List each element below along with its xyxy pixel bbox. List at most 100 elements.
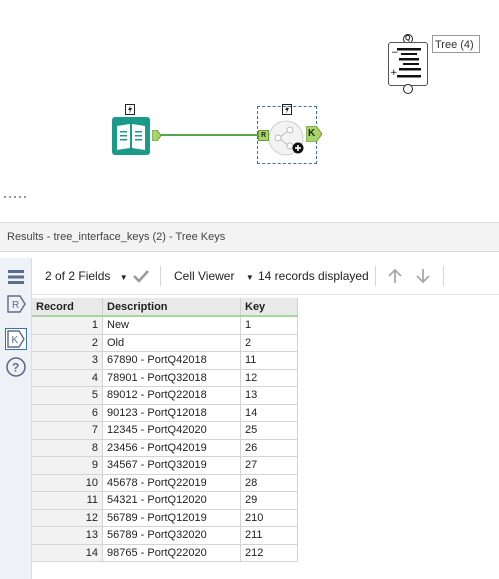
add-icon[interactable] [292, 142, 304, 154]
cell-key[interactable]: 2 [240, 334, 298, 352]
cell-key[interactable]: 28 [240, 474, 298, 492]
toolbar-divider [160, 266, 161, 286]
cell-record[interactable]: 7 [32, 421, 103, 440]
cell-record[interactable]: 12 [32, 509, 103, 527]
table-row[interactable]: 5 89012 - PortQ22018 13 [32, 386, 298, 405]
cell-record[interactable]: 11 [32, 491, 103, 510]
cell-description[interactable]: 89012 - PortQ22018 [102, 386, 241, 405]
cell-key[interactable]: 26 [240, 439, 298, 457]
cell-key[interactable]: 29 [240, 491, 298, 510]
table-row[interactable]: 7 12345 - PortQ42020 25 [32, 421, 298, 440]
results-title: Results - tree_interface_keys (2) - Tree… [0, 222, 499, 252]
cell-key[interactable]: 211 [240, 526, 298, 545]
results-toolbar: 2 of 2 Fields ▼ Cell Viewer ▼ 14 records… [32, 258, 499, 295]
tab-anchor-k[interactable]: K [5, 328, 27, 350]
lightning-icon [125, 104, 135, 115]
workflow-canvas[interactable]: Q − + Tree (4) R K [0, 0, 499, 210]
cell-description[interactable]: 90123 - PortQ12018 [102, 404, 241, 422]
cell-key[interactable]: 25 [240, 421, 298, 440]
cell-record[interactable]: 4 [32, 369, 103, 387]
cell-key[interactable]: 12 [240, 369, 298, 387]
cell-description[interactable]: 54321 - PortQ12020 [102, 491, 241, 510]
panel-splitter[interactable] [0, 196, 499, 220]
cell-key[interactable]: 11 [240, 351, 298, 370]
cell-key[interactable]: 1 [240, 316, 298, 335]
cell-description[interactable]: 56789 - PortQ12019 [102, 509, 241, 527]
table-row[interactable]: 2 Old 2 [32, 334, 298, 352]
table-row[interactable]: 6 90123 - PortQ12018 14 [32, 404, 298, 422]
cell-key[interactable]: 212 [240, 544, 298, 562]
column-header-key[interactable]: Key [240, 298, 298, 317]
cell-description[interactable]: 23456 - PortQ42019 [102, 439, 241, 457]
cell-key[interactable]: 27 [240, 456, 298, 475]
table-row[interactable]: 12 56789 - PortQ12019 210 [32, 509, 298, 527]
fields-dropdown[interactable]: 2 of 2 Fields ▼ [45, 269, 128, 283]
results-table: Record Description Key 1 New 1 2 Old 2 3 67890 … [32, 298, 298, 562]
connector-line[interactable] [160, 130, 260, 140]
table-row[interactable]: 10 45678 - PortQ22019 28 [32, 474, 298, 492]
anchor-in-r[interactable]: R [258, 130, 269, 141]
cell-key[interactable]: 210 [240, 509, 298, 527]
book-input-icon [112, 117, 150, 155]
column-header-record[interactable]: Record [32, 298, 103, 317]
svg-text:+: + [390, 68, 398, 78]
table-row[interactable]: 1 New 1 [32, 316, 298, 335]
cell-key[interactable]: 14 [240, 404, 298, 422]
cell-description[interactable]: 78901 - PortQ32018 [102, 369, 241, 387]
column-header-description[interactable]: Description [102, 298, 241, 317]
results-side-tabs: R K ? [0, 258, 32, 579]
cell-record[interactable]: 9 [32, 456, 103, 475]
cell-description[interactable]: Old [102, 334, 241, 352]
tree-bottom-anchor[interactable] [403, 84, 413, 94]
cell-viewer-dropdown[interactable]: Cell Viewer ▼ [174, 269, 254, 283]
cell-record[interactable]: 10 [32, 474, 103, 492]
cell-description[interactable]: 34567 - PortQ32019 [102, 456, 241, 475]
list-view-icon[interactable] [5, 266, 27, 288]
cell-record[interactable]: 5 [32, 386, 103, 405]
cell-record[interactable]: 13 [32, 526, 103, 545]
checkmark-icon[interactable] [132, 268, 150, 284]
fields-label: 2 of 2 Fields [45, 269, 111, 283]
cell-description[interactable]: 56789 - PortQ32020 [102, 526, 241, 545]
cell-record[interactable]: 3 [32, 351, 103, 370]
anchor-out-label: K [308, 128, 316, 139]
svg-text:K: K [12, 335, 19, 346]
table-header-row: Record Description Key [32, 298, 298, 317]
cell-record[interactable]: 1 [32, 316, 103, 335]
cell-record[interactable]: 2 [32, 334, 103, 352]
tree-icon: − + [390, 48, 421, 78]
arrow-down-icon[interactable] [414, 267, 432, 285]
cell-record[interactable]: 14 [32, 544, 103, 562]
table-row[interactable]: 11 54321 - PortQ12020 29 [32, 491, 298, 510]
tab-anchor-r[interactable]: R [5, 293, 27, 315]
cell-description[interactable]: 67890 - PortQ42018 [102, 351, 241, 370]
cell-description[interactable]: 45678 - PortQ22019 [102, 474, 241, 492]
cell-record[interactable]: 6 [32, 404, 103, 422]
toolbar-divider [443, 266, 444, 286]
input-tool[interactable] [110, 104, 162, 156]
tree-interface-tool[interactable]: R K [256, 104, 326, 166]
svg-text:−: − [391, 48, 399, 58]
cell-record[interactable]: 8 [32, 439, 103, 457]
cell-viewer-label: Cell Viewer [174, 269, 235, 283]
records-count: 14 records displayed [258, 269, 369, 283]
tree-tool-label: Tree (4) [432, 35, 480, 53]
table-row[interactable]: 4 78901 - PortQ32018 12 [32, 369, 298, 387]
table-empty-area [32, 568, 499, 579]
table-row[interactable]: 13 56789 - PortQ32020 211 [32, 526, 298, 545]
arrow-up-icon[interactable] [386, 267, 404, 285]
cell-key[interactable]: 13 [240, 386, 298, 405]
cell-description[interactable]: New [102, 316, 241, 335]
splitter-dots-icon [4, 196, 26, 198]
table-row[interactable]: 14 98765 - PortQ22020 212 [32, 544, 298, 562]
cell-description[interactable]: 98765 - PortQ22020 [102, 544, 241, 562]
svg-text:?: ? [12, 361, 19, 375]
chevron-down-icon: ▼ [245, 273, 254, 282]
svg-text:R: R [12, 300, 19, 311]
cell-description[interactable]: 12345 - PortQ42020 [102, 421, 241, 440]
table-row[interactable]: 8 23456 - PortQ42019 26 [32, 439, 298, 457]
tree-tool-body[interactable]: − + [388, 42, 428, 86]
table-row[interactable]: 3 67890 - PortQ42018 11 [32, 351, 298, 370]
help-icon[interactable]: ? [5, 356, 27, 378]
table-row[interactable]: 9 34567 - PortQ32019 27 [32, 456, 298, 475]
